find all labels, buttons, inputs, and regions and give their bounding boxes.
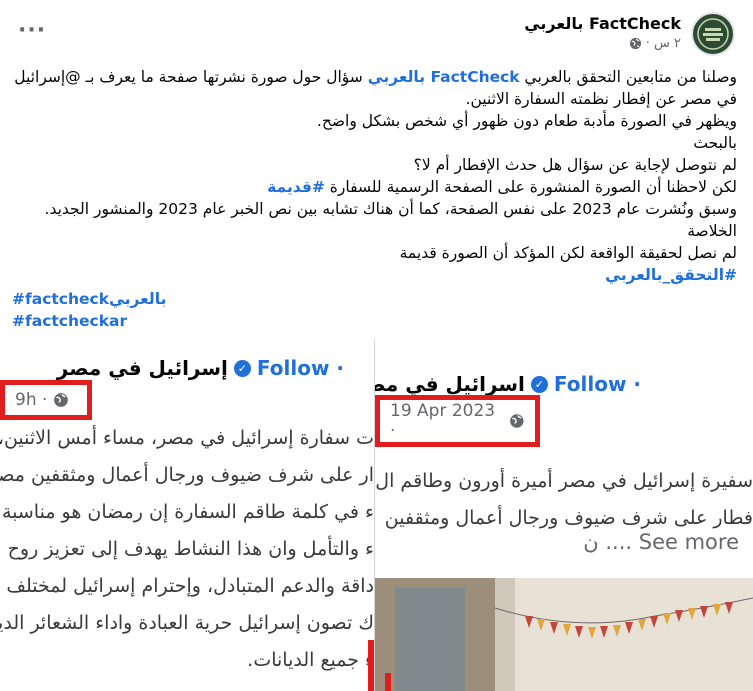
post-text-span: ويظهر في الصورة مأدبة طعام دون ظهور أي ش… (316, 112, 737, 130)
embedded-post-time: 9h · (15, 390, 48, 410)
follow-label: · Follow (553, 372, 641, 396)
screenshot-right: · Follow ✓ اسرائيل في مصر 19 Apr 2023 · … (375, 340, 753, 691)
post-header: FactCheck بالعربي ٢ س · ··· (0, 10, 753, 62)
post-text-line: وصلنا من متابعين التحقق بالعربي FactChec… (14, 66, 737, 88)
post-media[interactable]: · Follow ✓ إسرائيل في مصر 9h · ت سفارة إ… (0, 340, 753, 691)
post-text-line: ويظهر في الصورة مأدبة طعام دون ظهور أي ش… (17, 110, 737, 132)
verified-badge-icon: ✓ (233, 359, 251, 377)
author-name[interactable]: FactCheck بالعربي (524, 14, 681, 33)
hashtag-list: #factcheckبالعربي #factcheckar (12, 288, 166, 332)
banquet-photo-image (375, 578, 753, 691)
screenshot-left: · Follow ✓ إسرائيل في مصر 9h · ت سفارة إ… (0, 340, 374, 691)
text-line: ء جميع الديانات. (247, 649, 374, 671)
post-text-line: #التحقق_بالعربي (17, 264, 737, 286)
verified-badge-icon: ✓ (530, 375, 548, 393)
post-text: وصلنا من متابعين التحقق بالعربي FactChec… (14, 66, 737, 286)
post-text-line: لم نصل لحقيقة الواقعة لكن المؤكد أن الصو… (17, 242, 737, 264)
post-text-span: سؤال حول صورة نشرتها صفحة ما يعرف بـ @إس… (14, 68, 368, 86)
embedded-page-name: إسرائيل في مصر (56, 356, 228, 380)
factcheck-logo-icon (697, 18, 729, 50)
post-text-span: بالبحث (693, 134, 737, 152)
globe-icon (629, 37, 641, 50)
text-line: سفيرة إسرائيل في مصر أميرة أورون وطاقم ا… (375, 470, 753, 492)
post-text-line: بالبحث (17, 132, 737, 154)
highlight-box: 9h · (0, 380, 92, 420)
post-time[interactable]: ٢ س · (646, 36, 681, 51)
highlight-box: 19 Apr 2023 · (375, 395, 540, 447)
post-link[interactable]: FactCheck بالعربي (368, 68, 520, 86)
post-text-span: لكن لاحظنا أن الصورة المنشورة على الصفحة… (324, 178, 737, 196)
text-line: ء والتأمل وان هذا النشاط يهدف إلى تعزيز … (7, 538, 374, 560)
text-line: ك تصون إسرائيل حرية العبادة واداء الشعائ… (0, 612, 374, 634)
post-text-span: في مصر عن إفطار نظمته السفارة الاثنين. (465, 90, 737, 108)
more-options-button[interactable]: ··· (18, 18, 46, 43)
embedded-post-body: سفيرة إسرائيل في مصر أميرة أورون وطاقم ا… (375, 463, 753, 537)
post-text-line: في مصر عن إفطار نظمته السفارة الاثنين. (17, 88, 737, 110)
page-avatar[interactable] (691, 12, 735, 56)
hashtag-link[interactable]: #factcheckبالعربي (12, 288, 166, 310)
post-meta: ٢ س · (629, 36, 681, 51)
follow-label: · Follow (256, 356, 344, 380)
post-text-span: لم نتوصل لإجابة عن سؤال هل حدث الإفطار أ… (413, 156, 737, 174)
text-line: ار على شرف ضيوف ورجال أعمال ومثقفين مصري… (0, 464, 374, 486)
post-text-span: وصلنا من متابعين التحقق بالعربي (519, 68, 737, 86)
hashtag-link[interactable]: #factcheckar (12, 310, 166, 332)
text-line: ت سفارة إسرائيل في مصر، مساء أمس الاثنين… (0, 427, 374, 449)
text-line: ء في كلمة طاقم السفارة إن رمضان هو مناسب… (0, 501, 374, 523)
iftar-photo (375, 578, 753, 691)
globe-icon (510, 414, 524, 428)
embedded-post-time: 19 Apr 2023 · (390, 401, 496, 441)
post-text-line: الخلاصة (17, 220, 737, 242)
post-link[interactable]: #التحقق_بالعربي (605, 266, 737, 284)
post-text-line: لم نتوصل لإجابة عن سؤال هل حدث الإفطار أ… (17, 154, 737, 176)
embedded-page-header: · Follow ✓ إسرائيل في مصر (57, 356, 344, 380)
embedded-post-body: ت سفارة إسرائيل في مصر، مساء أمس الاثنين… (0, 420, 374, 679)
globe-icon (54, 393, 69, 407)
embedded-page-name: اسرائيل في مصر (375, 372, 525, 396)
post-text-line: لكن لاحظنا أن الصورة المنشورة على الصفحة… (17, 176, 737, 198)
post-text-span: لم نصل لحقيقة الواقعة لكن المؤكد أن الصو… (399, 244, 737, 262)
text-line: داقة والدعم المتبادل، وإحترام إسرائيل لم… (0, 575, 374, 597)
post-text-span: وسبق ونُشرت عام 2023 على نفس الصفحة، كما… (44, 200, 737, 218)
post-link[interactable]: #قديمة (267, 178, 325, 196)
post-text-span: الخلاصة (687, 222, 737, 240)
see-more-link[interactable]: See more .... ن (583, 530, 739, 554)
post-text-line: وسبق ونُشرت عام 2023 على نفس الصفحة، كما… (17, 198, 737, 220)
embedded-page-header: · Follow ✓ اسرائيل في مصر (375, 372, 641, 396)
